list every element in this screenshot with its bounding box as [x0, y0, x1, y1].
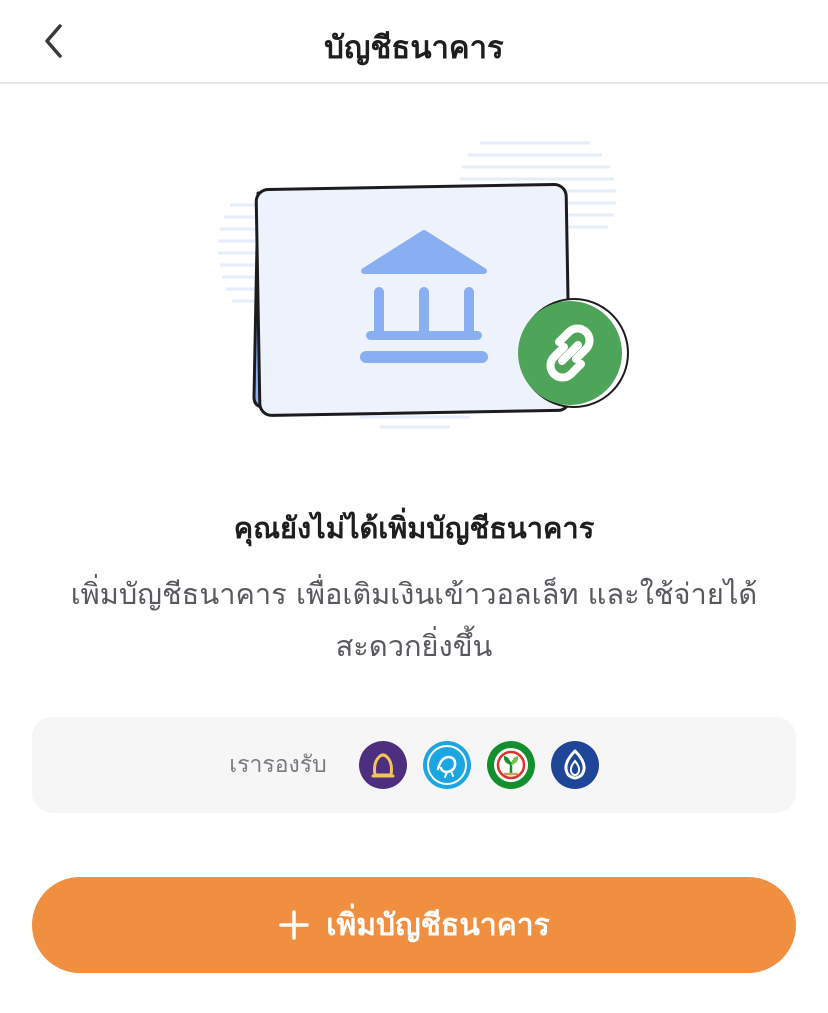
- app-header: บัญชีธนาคาร: [0, 0, 828, 84]
- add-bank-account-label: เพิ่มบัญชีธนาคาร: [326, 908, 550, 942]
- plus-icon: [278, 909, 310, 941]
- supported-banks-panel: เรารองรับ: [32, 717, 796, 813]
- empty-state-description: เพิ่มบัญชีธนาคาร เพื่อเติมเงินเข้าวอลเล็…: [70, 577, 758, 663]
- scb-bank-logo: [358, 741, 407, 789]
- bangkok-bank-logo: [550, 741, 599, 789]
- bank-link-illustration: [210, 135, 630, 435]
- empty-state-title: คุณยังไม่ได้เพิ่มบัญชีธนาคาร: [233, 511, 595, 545]
- add-bank-account-button[interactable]: เพิ่มบัญชีธนาคาร: [32, 877, 796, 973]
- krungthai-bank-logo: [422, 741, 471, 789]
- kasikorn-bank-logo: [486, 741, 535, 789]
- page-title: บัญชีธนาคาร: [324, 30, 504, 66]
- supported-banks-label: เรารองรับ: [229, 752, 327, 778]
